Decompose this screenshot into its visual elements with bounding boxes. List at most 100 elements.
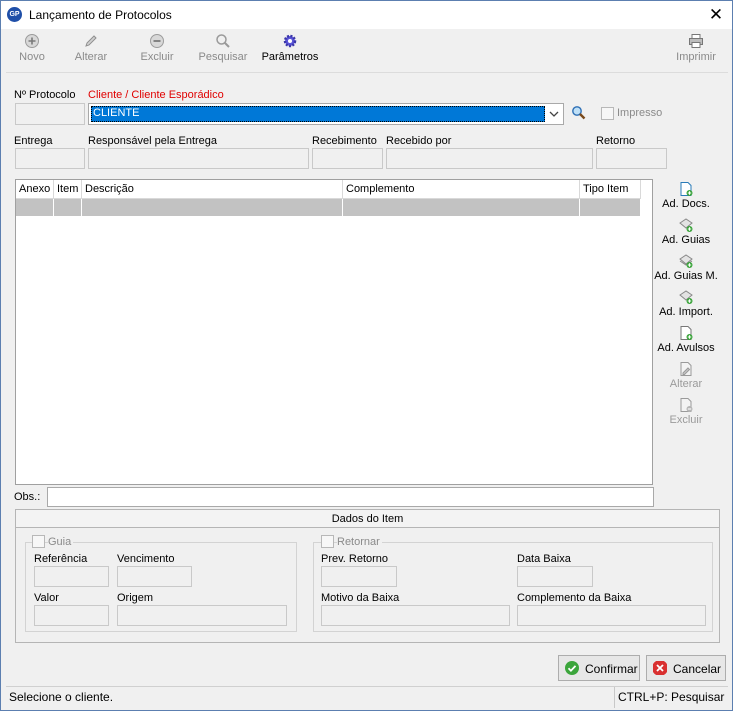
referencia-label: Referência <box>34 553 88 565</box>
prev-retorno-field[interactable] <box>321 566 397 587</box>
responsavel-field[interactable] <box>88 148 309 169</box>
alterar-button[interactable]: Alterar <box>69 33 113 71</box>
app-logo-icon: GP <box>7 7 22 22</box>
ad-avulsos-button[interactable]: Ad. Avulsos <box>653 325 719 354</box>
confirmar-button[interactable]: Confirmar <box>558 655 640 681</box>
recebimento-label: Recebimento <box>312 135 377 147</box>
cliente-label: Cliente / Cliente Esporádico <box>88 89 224 101</box>
ad-guias-label: Ad. Guias <box>661 234 711 246</box>
search-cliente-icon[interactable] <box>571 105 586 120</box>
protocolo-label: Nº Protocolo <box>14 89 76 101</box>
entrega-field[interactable] <box>15 148 85 169</box>
recebido-por-field[interactable] <box>386 148 593 169</box>
origem-label: Origem <box>117 592 154 604</box>
guia-checkbox[interactable] <box>32 535 45 548</box>
imprimir-button[interactable]: Imprimir <box>672 33 720 71</box>
excluir-item-label: Excluir <box>669 414 703 426</box>
ad-guias-m-label: Ad. Guias M. <box>654 270 718 282</box>
cliente-select-value: CLIENTE <box>93 107 140 119</box>
table-row-cell[interactable] <box>580 199 641 216</box>
column-header-complemento[interactable]: Complemento <box>343 180 580 199</box>
dados-item-title: Dados do Item <box>16 510 719 528</box>
protocol-window: GP Lançamento de Protocolos ✕ Novo Alter… <box>0 0 733 711</box>
pesquisar-label: Pesquisar <box>198 51 248 63</box>
ad-docs-label: Ad. Docs. <box>662 198 710 210</box>
ad-guias-m-button[interactable]: Ad. Guias M. <box>653 253 719 282</box>
motivo-baixa-field[interactable] <box>321 605 510 626</box>
confirmar-label: Confirmar <box>585 662 638 676</box>
alterar-label: Alterar <box>74 51 108 63</box>
ad-guias-button[interactable]: Ad. Guias <box>653 217 719 246</box>
excluir-button[interactable]: Excluir <box>136 33 178 71</box>
obs-label: Obs.: <box>14 491 41 503</box>
table-row-cell[interactable] <box>82 199 343 216</box>
retornar-checkbox[interactable] <box>321 535 334 548</box>
edit-document-icon <box>680 362 692 376</box>
status-shortcut: CTRL+P: Pesquisar <box>618 690 725 704</box>
retornar-label: Retornar <box>337 536 382 548</box>
pesquisar-button[interactable]: Pesquisar <box>197 33 249 71</box>
column-header-item[interactable]: Item <box>54 180 82 199</box>
printer-icon <box>689 34 703 48</box>
valor-label: Valor <box>34 592 59 604</box>
status-bar: Selecione o cliente. CTRL+P: Pesquisar <box>6 686 728 708</box>
dados-item-panel: Dados do Item Guia Referência Vencimento… <box>15 509 720 643</box>
data-baixa-label: Data Baixa <box>517 553 571 565</box>
table-row-cell[interactable] <box>343 199 580 216</box>
alterar-item-label: Alterar <box>669 378 703 390</box>
ad-docs-button[interactable]: Ad. Docs. <box>653 181 719 210</box>
title-bar: GP Lançamento de Protocolos ✕ <box>1 1 732 29</box>
table-row-cell[interactable] <box>16 199 54 216</box>
cliente-select[interactable]: CLIENTE <box>88 103 564 125</box>
complemento-baixa-field[interactable] <box>517 605 706 626</box>
vencimento-label: Vencimento <box>117 553 175 565</box>
vencimento-field[interactable] <box>117 566 192 587</box>
recebido-por-label: Recebido por <box>386 135 452 147</box>
responsavel-label: Responsável pela Entrega <box>88 135 218 147</box>
cancelar-button[interactable]: Cancelar <box>646 655 726 681</box>
obs-input[interactable] <box>47 487 654 507</box>
add-multiple-guides-icon <box>679 254 693 268</box>
impresso-checkbox[interactable] <box>601 107 614 120</box>
add-icon <box>25 34 39 48</box>
recebimento-field[interactable] <box>312 148 383 169</box>
motivo-baixa-label: Motivo da Baixa <box>321 592 400 604</box>
guia-label: Guia <box>48 536 74 548</box>
retorno-field[interactable] <box>596 148 667 169</box>
alterar-item-button[interactable]: Alterar <box>653 361 719 390</box>
referencia-field[interactable] <box>34 566 109 587</box>
toolbar: Novo Alterar Excluir Pesquisar Parâmetro… <box>6 31 728 73</box>
parametros-label: Parâmetros <box>261 51 319 63</box>
retorno-label: Retorno <box>596 135 636 147</box>
parametros-button[interactable]: Parâmetros <box>259 33 321 71</box>
imprimir-label: Imprimir <box>676 51 716 63</box>
search-icon <box>216 34 230 48</box>
table-row-cell[interactable] <box>54 199 82 216</box>
excluir-label: Excluir <box>140 51 174 63</box>
cancelar-label: Cancelar <box>673 662 722 676</box>
novo-label: Novo <box>19 51 45 63</box>
ad-avulsos-label: Ad. Avulsos <box>657 342 715 354</box>
add-loose-document-icon <box>680 326 693 340</box>
complemento-baixa-label: Complemento da Baixa <box>517 592 632 604</box>
window-title: Lançamento de Protocolos <box>29 8 172 22</box>
data-baixa-field[interactable] <box>517 566 593 587</box>
impresso-label: Impresso <box>617 107 663 119</box>
add-guide-icon <box>679 218 693 232</box>
origem-field[interactable] <box>117 605 287 626</box>
chevron-down-icon[interactable] <box>546 106 562 122</box>
items-grid[interactable]: Anexo Item Descrição Complemento Tipo It… <box>15 179 653 485</box>
ad-import-button[interactable]: Ad. Import. <box>653 289 719 318</box>
close-icon[interactable]: ✕ <box>703 4 729 26</box>
status-message: Selecione o cliente. <box>9 690 114 704</box>
remove-icon <box>150 34 164 48</box>
entrega-label: Entrega <box>14 135 53 147</box>
column-header-descricao[interactable]: Descrição <box>82 180 343 199</box>
column-header-anexo[interactable]: Anexo <box>16 180 54 199</box>
novo-button[interactable]: Novo <box>14 33 50 71</box>
column-header-tipo-item[interactable]: Tipo Item <box>580 180 641 199</box>
excluir-item-button[interactable]: Excluir <box>653 397 719 426</box>
protocolo-field[interactable] <box>15 103 85 125</box>
valor-field[interactable] <box>34 605 109 626</box>
delete-document-icon <box>680 398 693 412</box>
